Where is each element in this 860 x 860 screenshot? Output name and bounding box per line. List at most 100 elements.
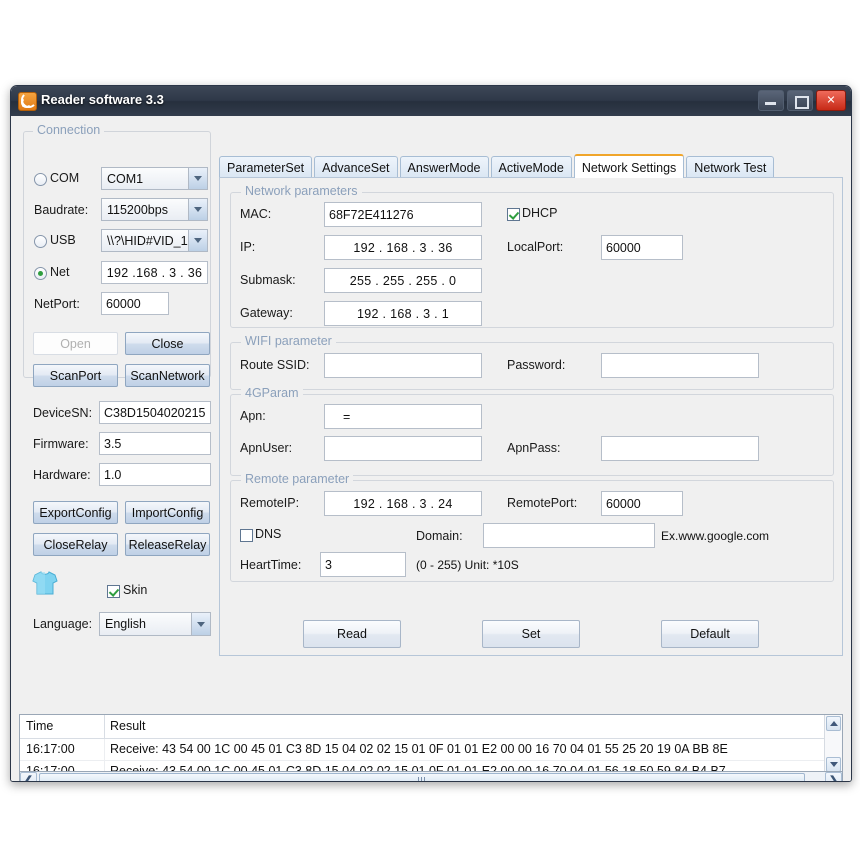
wifi-parameter-title: WIFI parameter (241, 334, 336, 348)
tab-label: ActiveMode (498, 160, 564, 175)
label-com: COM (50, 171, 80, 185)
label-gateway: Gateway: (240, 306, 293, 320)
table-row[interactable]: 16:17:00 Receive: 43 54 00 1C 00 45 01 C… (20, 739, 842, 761)
scannetwork-button[interactable]: ScanNetwork (125, 364, 210, 387)
exportconfig-label: ExportConfig (39, 505, 112, 520)
dhcp-checkbox[interactable] (507, 208, 520, 221)
label-submask: Submask: (240, 273, 296, 287)
importconfig-button[interactable]: ImportConfig (125, 501, 210, 524)
tab-label: AdvanceSet (322, 160, 390, 175)
closerelay-label: CloseRelay (43, 537, 108, 552)
left-panel: Connection COM COM1 Baudrate: 115200bps … (19, 121, 214, 706)
tab-parameterset[interactable]: ParameterSet (219, 156, 313, 178)
scanport-button[interactable]: ScanPort (33, 364, 118, 387)
close-button[interactable]: ✕ (816, 90, 846, 111)
tab-answermode[interactable]: AnswerMode (399, 156, 489, 178)
route-ssid-input[interactable] (324, 353, 482, 378)
dns-checkbox[interactable] (240, 529, 253, 542)
usb-device-combo[interactable]: \\?\HID#VID_1A (101, 229, 208, 252)
minimize-button[interactable] (758, 90, 784, 111)
label-ip: IP: (240, 240, 256, 254)
exportconfig-button[interactable]: ExportConfig (33, 501, 118, 524)
firmware-value: 3.5 (104, 436, 122, 451)
language-combo[interactable]: English (99, 612, 211, 636)
label-net: Net (50, 265, 70, 279)
hearttime-input[interactable]: 3 (320, 552, 406, 577)
open-button[interactable]: Open (33, 332, 118, 355)
chevron-down-icon[interactable] (191, 613, 210, 635)
remoteport-value: 60000 (606, 496, 641, 511)
read-button[interactable]: Read (303, 620, 401, 648)
scroll-up-arrow-icon[interactable] (826, 716, 841, 731)
dhcp-label: DHCP (522, 206, 558, 220)
net-ip-input[interactable]: 192 .168 . 3 . 36 (101, 261, 208, 284)
releaserelay-button[interactable]: ReleaseRelay (125, 533, 210, 556)
default-button[interactable]: Default (661, 620, 759, 648)
apnuser-input[interactable] (324, 436, 482, 461)
remoteip-value: 192 . 168 . 3 . 24 (353, 496, 453, 511)
close-button-conn[interactable]: Close (125, 332, 210, 355)
domain-example-hint: Ex.www.google.com (661, 529, 770, 543)
read-button-label: Read (337, 627, 367, 641)
mac-value: 68F72E411276 (329, 207, 414, 222)
label-localport: LocalPort: (507, 240, 564, 254)
tab-label: ParameterSet (227, 160, 305, 175)
firmware-input[interactable]: 3.5 (99, 432, 211, 455)
default-button-label: Default (690, 627, 730, 641)
label-usb: USB (50, 233, 76, 247)
rss-signal-icon (18, 92, 37, 111)
importconfig-label: ImportConfig (131, 505, 204, 520)
scroll-down-arrow-icon[interactable] (826, 757, 841, 772)
tab-label: Network Settings (581, 161, 677, 175)
gateway-input[interactable]: 192 . 168 . 3 . 1 (324, 301, 482, 326)
log-horizontal-scrollbar[interactable]: ❮ ❯ (19, 771, 843, 781)
closerelay-button[interactable]: CloseRelay (33, 533, 118, 556)
log-list: Time Result 16:17:00 Receive: 43 54 00 1… (19, 714, 843, 774)
label-hearttime: HeartTime: (240, 558, 302, 572)
baudrate-combo[interactable]: 115200bps (101, 198, 208, 221)
radio-usb[interactable] (34, 235, 47, 248)
scroll-right-arrow-icon[interactable]: ❯ (825, 772, 842, 781)
radio-net[interactable] (34, 267, 47, 280)
fourg-param-title: 4GParam (241, 386, 303, 400)
net-ip-value: 192 .168 . 3 . 36 (106, 265, 203, 280)
apnpass-input[interactable] (601, 436, 759, 461)
tab-network-test[interactable]: Network Test (686, 156, 775, 178)
tab-label: Network Test (694, 160, 767, 175)
log-result: Receive: 43 54 00 1C 00 45 01 C3 8D 15 0… (110, 742, 728, 756)
window-client-area: Connection COM COM1 Baudrate: 115200bps … (11, 116, 851, 781)
domain-input[interactable] (483, 523, 655, 548)
set-button[interactable]: Set (482, 620, 580, 648)
ip-input[interactable]: 192 . 168 . 3 . 36 (324, 235, 482, 260)
skin-checkbox[interactable] (107, 585, 120, 598)
tab-network-settings[interactable]: Network Settings (573, 154, 685, 178)
screen: Reader software 3.3 ✕ Connection COM COM… (0, 0, 860, 860)
tab-advanceset[interactable]: AdvanceSet (314, 156, 398, 178)
label-language: Language: (33, 617, 93, 631)
hearttime-value: 3 (325, 557, 332, 572)
remoteip-input[interactable]: 192 . 168 . 3 . 24 (324, 491, 482, 516)
com-port-combo[interactable]: COM1 (101, 167, 208, 190)
label-apnpass: ApnPass: (507, 441, 561, 455)
apn-input[interactable]: = (324, 404, 482, 429)
devicesn-input[interactable]: C38D1504020215 (99, 401, 211, 424)
netport-input[interactable]: 60000 (101, 292, 169, 315)
chevron-down-icon[interactable] (188, 168, 207, 189)
localport-input[interactable]: 60000 (601, 235, 683, 260)
submask-input[interactable]: 255 . 255 . 255 . 0 (324, 268, 482, 293)
com-port-value: COM1 (107, 171, 144, 186)
remoteport-input[interactable]: 60000 (601, 491, 683, 516)
chevron-down-icon[interactable] (188, 230, 207, 251)
radio-com[interactable] (34, 173, 47, 186)
chevron-down-icon[interactable] (188, 199, 207, 220)
mac-input[interactable]: 68F72E411276 (324, 202, 482, 227)
scannetwork-button-label: ScanNetwork (130, 368, 205, 383)
password-input[interactable] (601, 353, 759, 378)
scroll-left-arrow-icon[interactable]: ❮ (20, 772, 37, 781)
log-vertical-scrollbar[interactable] (824, 715, 842, 773)
hardware-input[interactable]: 1.0 (99, 463, 211, 486)
tab-activemode[interactable]: ActiveMode (490, 156, 572, 178)
hscroll-thumb[interactable] (39, 773, 805, 781)
maximize-button[interactable] (787, 90, 813, 111)
releaserelay-label: ReleaseRelay (128, 537, 207, 552)
